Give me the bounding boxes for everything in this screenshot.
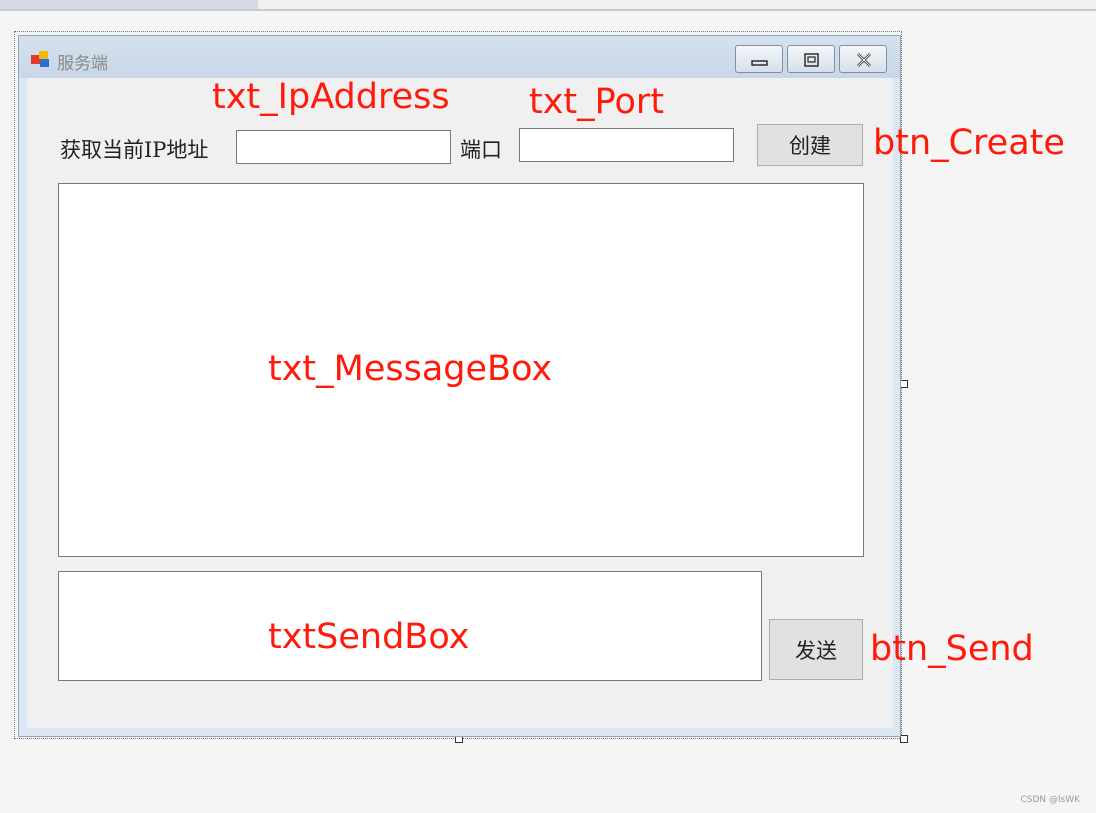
close-icon bbox=[857, 53, 871, 67]
create-button[interactable]: 创建 bbox=[757, 124, 863, 166]
resize-handle-corner[interactable] bbox=[900, 735, 908, 743]
designer-top-strip bbox=[0, 0, 1096, 11]
annotation-ip-address: txt_IpAddress bbox=[212, 77, 450, 117]
maximize-icon bbox=[804, 53, 819, 67]
minimize-button[interactable] bbox=[735, 45, 783, 73]
designer-tab[interactable] bbox=[0, 0, 258, 9]
close-button[interactable] bbox=[839, 45, 887, 73]
annotation-port: txt_Port bbox=[529, 82, 665, 122]
ip-label: 获取当前IP地址 bbox=[60, 138, 209, 162]
send-button[interactable]: 发送 bbox=[769, 619, 863, 680]
annotation-send-box: txtSendBox bbox=[268, 617, 470, 657]
annotation-send: btn_Send bbox=[870, 629, 1034, 669]
watermark: CSDN @lsWK bbox=[1020, 795, 1080, 805]
maximize-button[interactable] bbox=[787, 45, 835, 73]
annotation-create: btn_Create bbox=[873, 123, 1065, 163]
title-bar[interactable]: 服务端 bbox=[19, 36, 900, 78]
port-label: 端口 bbox=[460, 138, 502, 162]
resize-handle-right[interactable] bbox=[900, 380, 908, 388]
port-input[interactable] bbox=[519, 128, 734, 162]
winforms-app-icon bbox=[31, 51, 49, 67]
ip-address-input[interactable] bbox=[236, 130, 451, 164]
window-title: 服务端 bbox=[57, 54, 108, 74]
annotation-message-box: txt_MessageBox bbox=[268, 349, 553, 389]
minimize-icon bbox=[751, 60, 768, 66]
